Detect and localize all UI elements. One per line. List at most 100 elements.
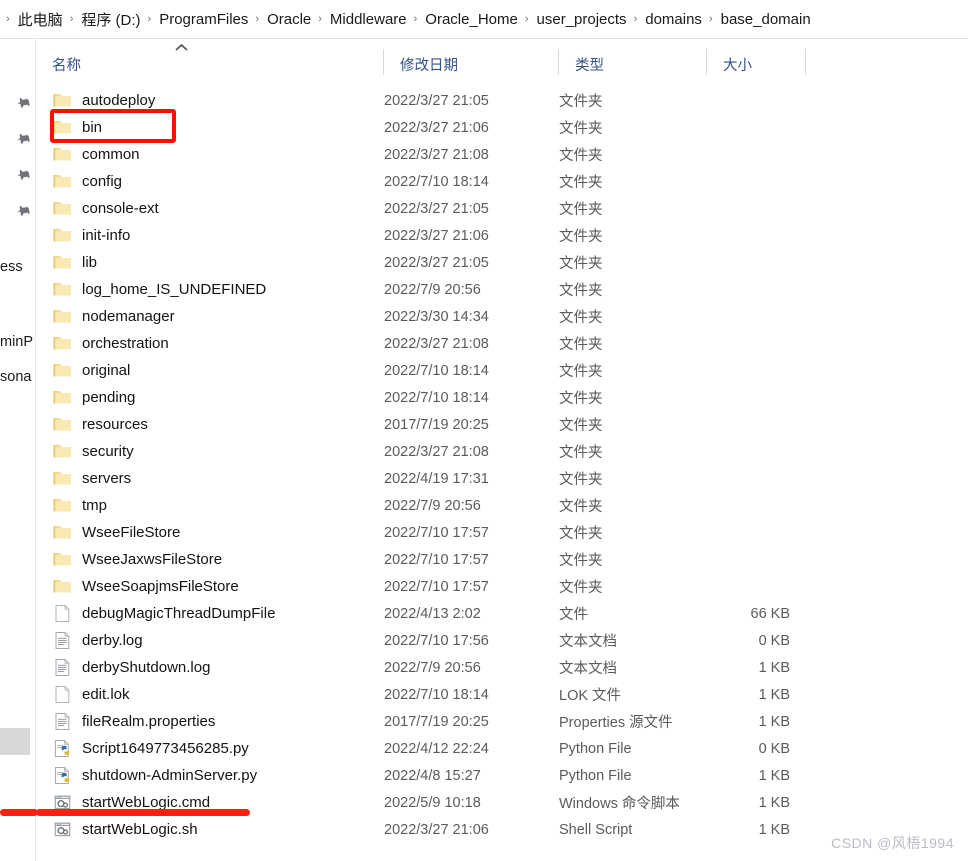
file-name-cell[interactable]: log_home_IS_UNDEFINED	[36, 279, 384, 300]
file-list-row[interactable]: common 2022/3/27 21:08 文件夹	[36, 141, 968, 168]
breadcrumb-item[interactable]: Oracle_Home	[424, 10, 519, 29]
file-list-row[interactable]: WseeFileStore 2022/7/10 17:57 文件夹	[36, 519, 968, 546]
file-name-cell[interactable]: autodeploy	[36, 90, 384, 111]
file-name-cell[interactable]: config	[36, 171, 384, 192]
file-list-row[interactable]: debugMagicThreadDumpFile 2022/4/13 2:02 文件…	[36, 600, 968, 627]
file-name-cell[interactable]: bin	[36, 117, 384, 138]
text-file-icon	[52, 657, 73, 678]
file-list-row[interactable]: edit.lok 2022/7/10 18:14 LOK 文件 1 KB	[36, 681, 968, 708]
file-name-cell[interactable]: derbyShutdown.log	[36, 657, 384, 678]
file-name-label: autodeploy	[82, 92, 156, 109]
file-list-row[interactable]: Script1649773456285.py 2022/4/12 22:24 Pyt…	[36, 735, 968, 762]
breadcrumb-item[interactable]: domains	[644, 10, 703, 29]
file-list-row[interactable]: console-ext 2022/3/27 21:05 文件夹	[36, 195, 968, 222]
file-type-cell: 文件夹	[559, 418, 603, 434]
breadcrumb-item[interactable]: user_projects	[536, 10, 628, 29]
file-list-row[interactable]: autodeploy 2022/3/27 21:05 文件夹	[36, 87, 968, 114]
folder-icon	[52, 360, 73, 381]
file-name-cell[interactable]: Script1649773456285.py	[36, 738, 384, 759]
nav-item-truncated[interactable]: sona	[0, 364, 35, 391]
file-name-label: edit.lok	[82, 686, 130, 703]
file-type-cell: 文件夹	[559, 445, 603, 461]
file-list-row[interactable]: shutdown-AdminServer.py 2022/4/8 15:27 Pyt…	[36, 762, 968, 789]
nav-pinned-item[interactable]	[0, 164, 35, 191]
nav-item-truncated[interactable]: ess	[0, 254, 35, 281]
file-list-row[interactable]: original 2022/7/10 18:14 文件夹	[36, 357, 968, 384]
file-name-cell[interactable]: resources	[36, 414, 384, 435]
column-header-blank[interactable]	[806, 44, 886, 81]
breadcrumb-item[interactable]: ProgramFiles	[158, 10, 249, 29]
file-name-cell[interactable]: orchestration	[36, 333, 384, 354]
file-name-cell[interactable]: lib	[36, 252, 384, 273]
file-name-cell[interactable]: startWebLogic.cmd	[36, 792, 384, 813]
file-name-cell[interactable]: derby.log	[36, 630, 384, 651]
file-list[interactable]: autodeploy 2022/3/27 21:05 文件夹 bin 2022/3/27…	[36, 87, 968, 843]
file-list-row[interactable]: nodemanager 2022/3/30 14:34 文件夹	[36, 303, 968, 330]
navigation-pane[interactable]: ess minP sona	[0, 39, 36, 861]
file-name-label: pending	[82, 389, 136, 406]
breadcrumb-separator-icon: ›	[708, 12, 713, 25]
file-name-label: config	[82, 173, 123, 190]
file-name-cell[interactable]: startWebLogic.sh	[36, 819, 384, 840]
breadcrumb-item[interactable]: Oracle	[266, 10, 312, 29]
nav-item-truncated[interactable]: minP	[0, 329, 35, 356]
file-name-cell[interactable]: init-info	[36, 225, 384, 246]
file-name-label: WseeSoapjmsFileStore	[82, 578, 239, 595]
nav-pinned-item[interactable]	[0, 128, 35, 155]
file-list-row[interactable]: config 2022/7/10 18:14 文件夹	[36, 168, 968, 195]
column-header-size-label: 大小	[723, 58, 752, 74]
file-list-row[interactable]: derbyShutdown.log 2022/7/9 20:56 文本文档 1 KB	[36, 654, 968, 681]
file-list-row[interactable]: WseeJaxwsFileStore 2022/7/10 17:57 文件夹	[36, 546, 968, 573]
file-type-cell: 文件	[559, 607, 588, 623]
file-name-cell[interactable]: console-ext	[36, 198, 384, 219]
file-type-cell: Windows 命令脚本	[559, 796, 680, 812]
file-name-cell[interactable]: tmp	[36, 495, 384, 516]
breadcrumb-item[interactable]: 程序 (D:)	[80, 8, 141, 31]
file-name-cell[interactable]: edit.lok	[36, 684, 384, 705]
file-list-row[interactable]: startWebLogic.cmd 2022/5/9 10:18 Windows 命…	[36, 789, 968, 816]
file-list-row[interactable]: log_home_IS_UNDEFINED 2022/7/9 20:56 文件夹	[36, 276, 968, 303]
breadcrumb[interactable]: › 此电脑 › 程序 (D:) › ProgramFiles › Oracle › Middlew…	[0, 0, 968, 39]
file-name-cell[interactable]: WseeFileStore	[36, 522, 384, 543]
file-list-row[interactable]: WseeSoapjmsFileStore 2022/7/10 17:57 文件夹	[36, 573, 968, 600]
file-name-cell[interactable]: WseeJaxwsFileStore	[36, 549, 384, 570]
file-list-row[interactable]: tmp 2022/7/9 20:56 文件夹	[36, 492, 968, 519]
file-name-cell[interactable]: security	[36, 441, 384, 462]
file-name-cell[interactable]: original	[36, 360, 384, 381]
file-list-row[interactable]: lib 2022/3/27 21:05 文件夹	[36, 249, 968, 276]
column-header-name[interactable]: 名称	[36, 44, 384, 81]
file-list-row[interactable]: fileRealm.properties 2017/7/19 20:25 Prope…	[36, 708, 968, 735]
file-list-row[interactable]: init-info 2022/3/27 21:06 文件夹	[36, 222, 968, 249]
column-header-date[interactable]: 修改日期	[384, 44, 559, 81]
breadcrumb-item[interactable]: base_domain	[720, 10, 812, 29]
file-name-cell[interactable]: nodemanager	[36, 306, 384, 327]
file-name-cell[interactable]: shutdown-AdminServer.py	[36, 765, 384, 786]
file-list-row[interactable]: derby.log 2022/7/10 17:56 文本文档 0 KB	[36, 627, 968, 654]
column-header-type[interactable]: 类型	[559, 44, 707, 81]
file-name-label: resources	[82, 416, 148, 433]
file-size-cell: 1 KB	[758, 659, 790, 676]
breadcrumb-separator-icon: ›	[69, 12, 74, 25]
file-name-cell[interactable]: servers	[36, 468, 384, 489]
file-name-cell[interactable]: debugMagicThreadDumpFile	[36, 603, 384, 624]
nav-pinned-item[interactable]	[0, 200, 35, 227]
folder-icon	[52, 549, 73, 570]
file-name-cell[interactable]: fileRealm.properties	[36, 711, 384, 732]
file-list-row[interactable]: security 2022/3/27 21:08 文件夹	[36, 438, 968, 465]
file-list-row[interactable]: startWebLogic.sh 2022/3/27 21:06 Shell Scr…	[36, 816, 968, 843]
file-name-cell[interactable]: common	[36, 144, 384, 165]
file-list-row[interactable]: resources 2017/7/19 20:25 文件夹	[36, 411, 968, 438]
file-name-cell[interactable]: pending	[36, 387, 384, 408]
breadcrumb-item[interactable]: 此电脑	[17, 8, 64, 31]
nav-selected-item[interactable]	[0, 728, 30, 755]
file-list-row[interactable]: pending 2022/7/10 18:14 文件夹	[36, 384, 968, 411]
file-type-cell: LOK 文件	[559, 688, 622, 704]
column-header-size[interactable]: 大小	[707, 44, 806, 81]
nav-pinned-item[interactable]	[0, 92, 35, 119]
breadcrumb-item[interactable]: Middleware	[329, 10, 408, 29]
file-list-row[interactable]: orchestration 2022/3/27 21:08 文件夹	[36, 330, 968, 357]
file-list-row[interactable]: servers 2022/4/19 17:31 文件夹	[36, 465, 968, 492]
file-type-cell: 文件夹	[559, 148, 603, 164]
file-name-cell[interactable]: WseeSoapjmsFileStore	[36, 576, 384, 597]
file-list-row[interactable]: bin 2022/3/27 21:06 文件夹	[36, 114, 968, 141]
